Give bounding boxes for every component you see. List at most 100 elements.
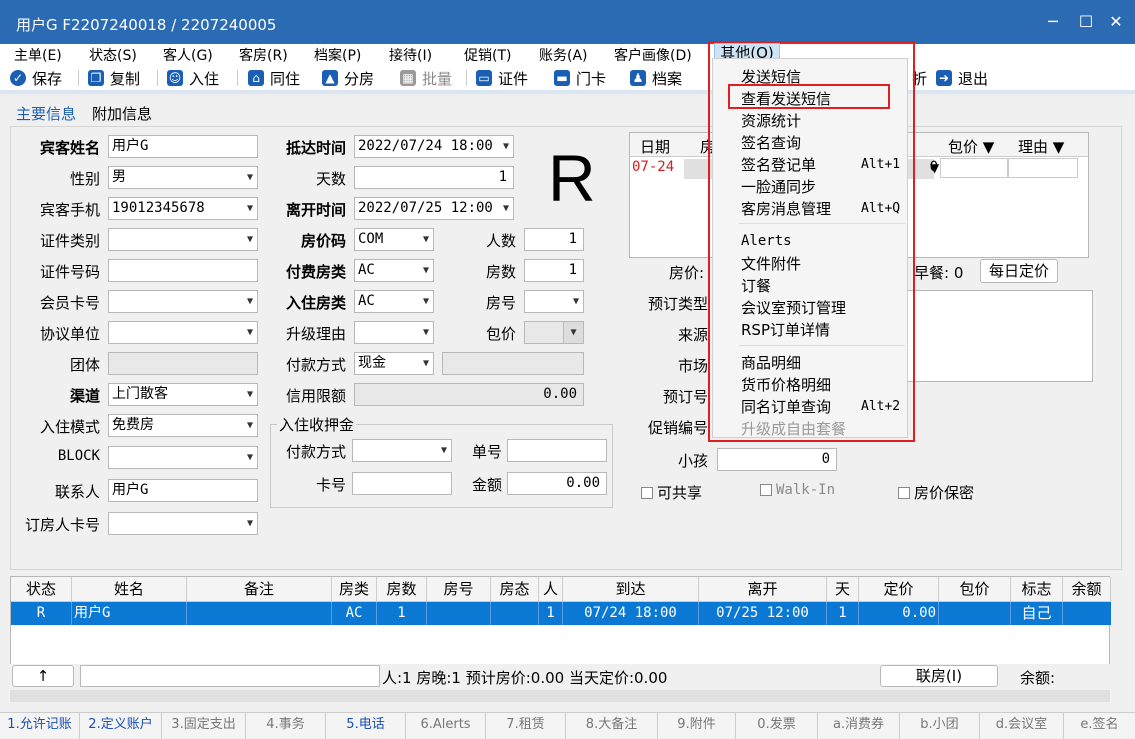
fkey-phone[interactable]: 5.电话 [326,713,406,739]
quick-search-input[interactable] [80,665,380,687]
rate-code-select[interactable]: COM ▼ [354,228,434,251]
menu-item-meeting-room[interactable]: 会议室预订管理 [741,297,846,318]
col-status: 状态 [11,577,72,602]
door-card-button[interactable]: ▬ 门卡 [554,67,606,89]
fkey-meeting-room[interactable]: d.会议室 [980,713,1064,739]
menu-item-goods-detail[interactable]: 商品明细 [741,352,801,373]
fkey-alerts[interactable]: 6.Alerts [406,713,486,739]
menu-item-view-sms[interactable]: 查看发送短信 [741,88,831,109]
secret-rate-checkbox[interactable]: 房价保密 [898,482,974,503]
col-reason[interactable]: 理由 ▼ [1018,136,1064,157]
child-label: 小孩 [677,452,708,470]
persons-field[interactable]: 1 [524,228,584,251]
profile-button[interactable]: ♟ 档案 [630,67,682,89]
menu-accounts[interactable]: 账务(A) [539,45,588,65]
room-type-select[interactable]: AC ▼ [354,290,434,313]
booker-select[interactable]: ▼ [108,512,258,535]
batch-button[interactable]: ▦ 批量 [400,67,452,89]
menu-guest[interactable]: 客人(G) [163,45,213,65]
checkin-button[interactable]: ☺ 入住 [167,67,219,89]
guest-name-field[interactable]: 用户G [108,135,258,158]
save-button[interactable]: ✓ 保存 [10,67,62,89]
menu-item-resource-stats[interactable]: 资源统计 [741,110,801,131]
rate-row-reason[interactable] [1008,158,1078,178]
fkey-allow-charge[interactable]: 1.允许记账 [0,713,80,739]
menu-main[interactable]: 主单(E) [14,45,62,65]
join-room-button[interactable]: 联房(I) [880,665,998,687]
split-room-button[interactable]: ▲ 分房 [322,67,374,89]
deposit-pay-select[interactable]: ▼ [352,439,452,462]
share-room-button[interactable]: ⌂ 同住 [248,67,300,89]
menu-item-alerts[interactable]: Alerts [741,233,792,249]
copy-button[interactable]: ❐ 复制 [88,67,140,89]
gender-select[interactable]: 男 ▼ [108,166,258,189]
fkey-lease[interactable]: 7.租赁 [486,713,566,739]
id-type-select[interactable]: ▼ [108,228,258,251]
pay-roomtype-select[interactable]: AC ▼ [354,259,434,282]
col-balance: 余额 [1063,577,1111,602]
member-select[interactable]: ▼ [108,290,258,313]
menu-item-rsp-order[interactable]: RSP订单详情 [741,319,830,340]
maximize-button[interactable]: ☐ [1075,12,1097,32]
phone-select[interactable]: 19012345678 ▼ [108,197,258,220]
horizontal-scrollbar[interactable] [10,690,1110,702]
deposit-card-field[interactable] [352,472,452,495]
deposit-amount-field[interactable]: 0.00 [507,472,607,495]
menu-profile[interactable]: 档案(P) [314,45,361,65]
pay-method-select[interactable]: 现金 ▼ [354,352,434,375]
menu-room[interactable]: 客房(R) [239,45,288,65]
block-label: BLOCK [57,448,100,464]
minimize-button[interactable]: ─ [1042,12,1064,32]
menu-reception[interactable]: 接待(I) [389,45,432,65]
fkey-voucher[interactable]: a.消费券 [818,713,900,739]
checkin-mode-select[interactable]: 免费房 ▼ [108,414,258,437]
menu-item-dining[interactable]: 订餐 [741,275,771,296]
channel-select[interactable]: 上门散客 ▼ [108,383,258,406]
depart-select[interactable]: 2022/07/25 12:00 ▼ [354,197,514,220]
fkey-invoice[interactable]: 0.发票 [736,713,818,739]
rate-row-package[interactable] [940,158,1008,178]
deposit-no-field[interactable] [507,439,607,462]
channel-label: 渠道 [69,387,100,405]
fkey-affairs[interactable]: 4.事务 [246,713,326,739]
arrive-select[interactable]: 2022/07/24 18:00 ▼ [354,135,514,158]
menu-item-room-message[interactable]: 客房消息管理 [741,198,831,219]
menu-item-face-sync[interactable]: 一脸通同步 [741,176,816,197]
fkey-small-group[interactable]: b.小团 [900,713,980,739]
id-card-button[interactable]: ▭ 证件 [476,67,528,89]
child-field[interactable]: 0 [717,448,837,471]
tab-extra-info[interactable]: 附加信息 [92,103,152,124]
discount-button[interactable]: 折 [912,67,927,89]
menu-item-signature-query[interactable]: 签名查询 [741,132,801,153]
fkey-attachments[interactable]: 9.附件 [658,713,736,739]
exit-button[interactable]: ➜ 退出 [936,67,988,89]
menu-item-send-sms[interactable]: 发送短信 [741,66,801,87]
contact-field[interactable]: 用户G [108,479,258,502]
fkey-signature[interactable]: e.签名 [1064,713,1135,739]
menu-item-signature-register[interactable]: 签名登记单 [741,154,816,175]
table-row[interactable]: R 用户G AC 1 1 07/24 18:00 07/25 12:00 1 0… [11,602,1111,625]
arrive-label: 抵达时间 [285,139,346,157]
share-checkbox[interactable]: 可共享 [641,482,702,503]
id-no-field[interactable] [108,259,258,282]
menu-customer-portrait[interactable]: 客户画像(D) [614,45,692,65]
rooms-field[interactable]: 1 [524,259,584,282]
up-arrow-button[interactable]: ↑ [12,665,74,687]
days-field[interactable]: 1 [354,166,514,189]
fkey-fixed-expense[interactable]: 3.固定支出 [162,713,246,739]
col-package[interactable]: 包价 ▼ [948,136,994,157]
menu-item-attachments[interactable]: 文件附件 [741,253,801,274]
menu-promotion[interactable]: 促销(T) [464,45,511,65]
menu-status[interactable]: 状态(S) [89,45,137,65]
fkey-big-remark[interactable]: 8.大备注 [566,713,658,739]
fkey-define-account[interactable]: 2.定义账户 [80,713,162,739]
room-no-select[interactable]: ▼ [524,290,584,313]
close-button[interactable]: ✕ [1105,12,1127,32]
block-select[interactable]: ▼ [108,446,258,469]
tab-main-info[interactable]: 主要信息 [16,103,77,128]
daily-rate-button[interactable]: 每日定价 [980,259,1058,283]
upgrade-select[interactable]: ▼ [354,321,434,344]
menu-item-currency-detail[interactable]: 货币价格明细 [741,374,831,395]
menu-item-same-name-query[interactable]: 同名订单查询 [741,396,831,417]
agreement-select[interactable]: ▼ [108,321,258,344]
